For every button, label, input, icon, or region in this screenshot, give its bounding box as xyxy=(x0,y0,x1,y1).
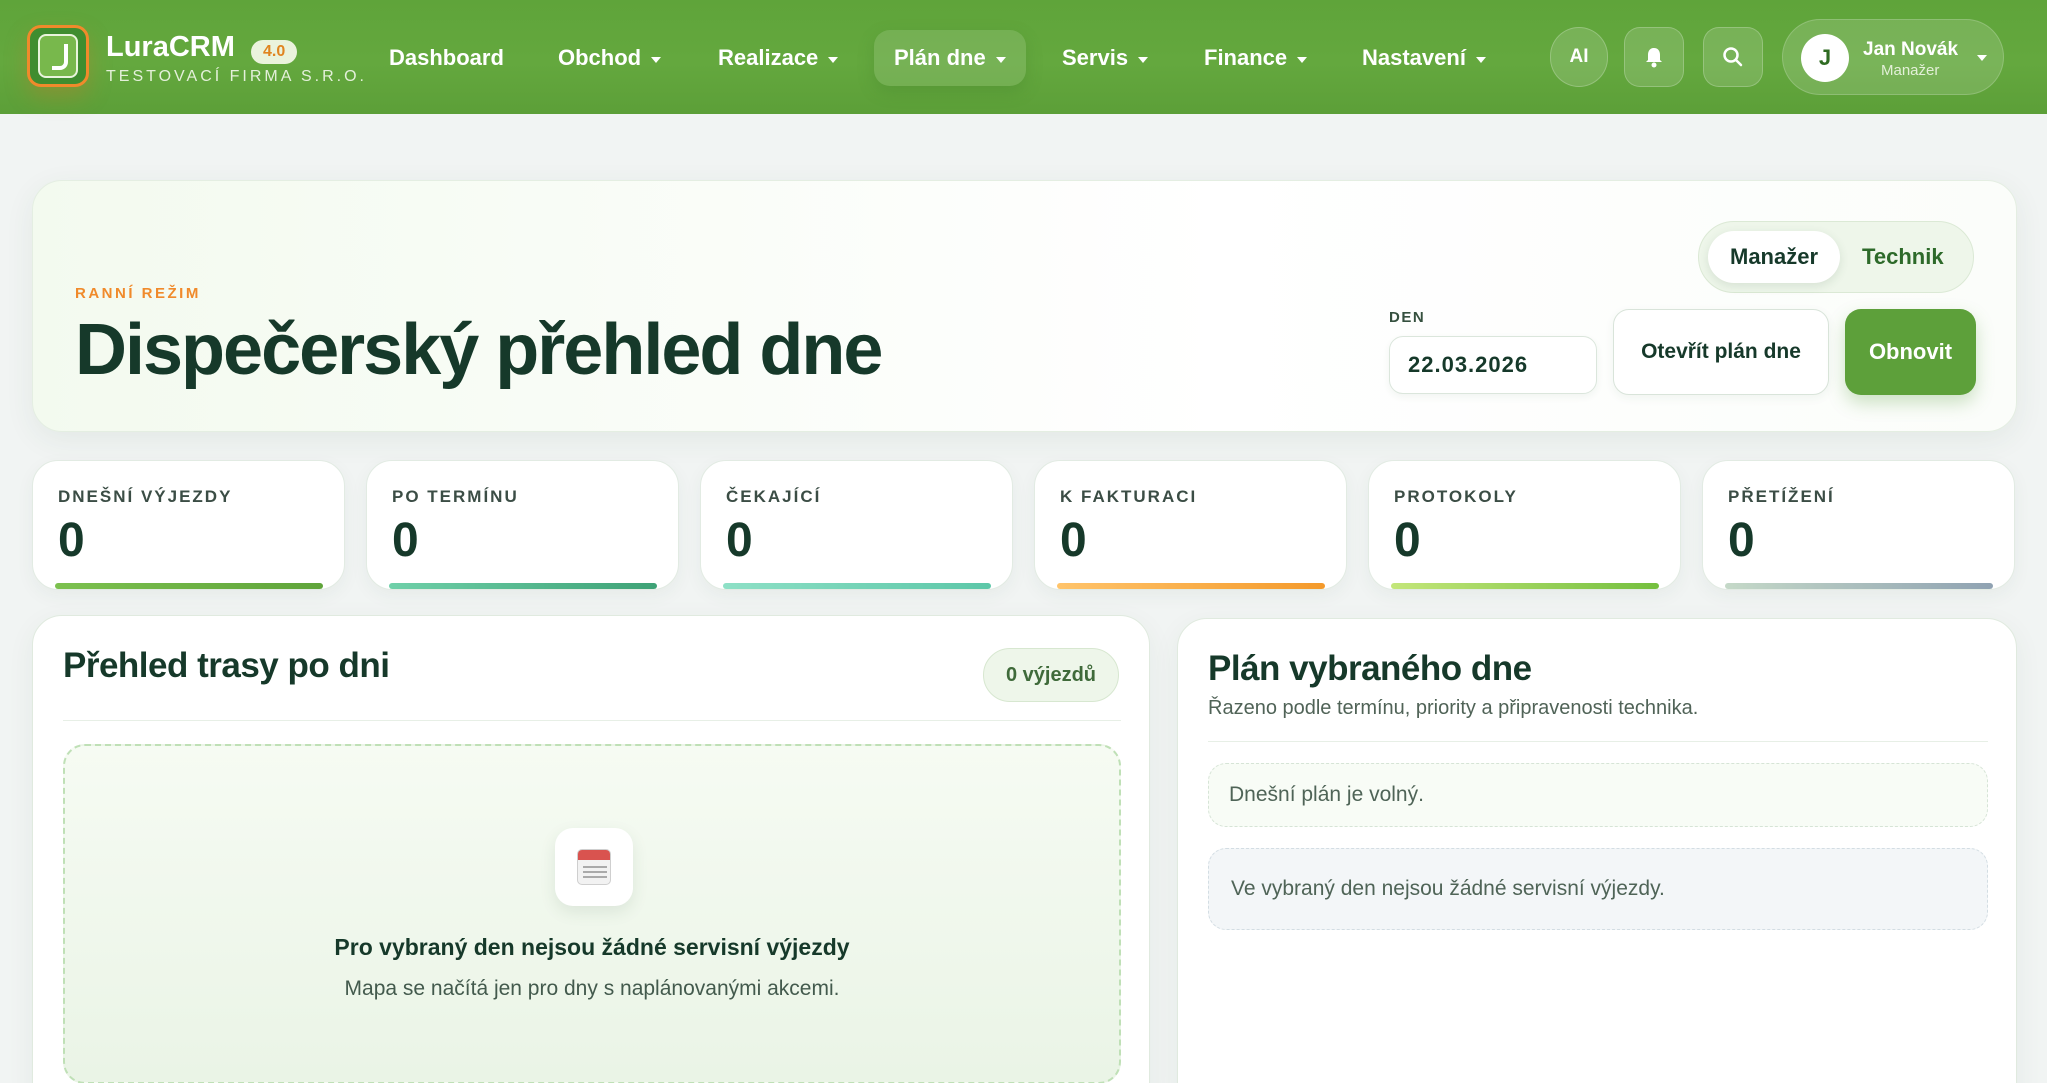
chevron-down-icon xyxy=(828,56,839,63)
trip-count-badge: 0 výjezdů xyxy=(983,648,1119,702)
chevron-down-icon xyxy=(651,56,662,63)
avatar: J xyxy=(1801,34,1849,82)
brand-name[interactable]: LuraCRM xyxy=(106,31,235,64)
stat-bar xyxy=(55,583,323,589)
stat-card-po-terminu[interactable]: PO TERMÍNU 0 xyxy=(366,460,679,590)
chevron-down-icon xyxy=(995,56,1006,63)
panel-title: Plán vybraného dne xyxy=(1208,649,1532,688)
company-name: TESTOVACÍ FIRMA S.R.O. xyxy=(106,68,367,85)
nav-obchod[interactable]: Obchod xyxy=(538,30,681,86)
top-navbar: LuraCRM 4.0 TESTOVACÍ FIRMA S.R.O. Dashb… xyxy=(0,0,2047,114)
nav-finance[interactable]: Finance xyxy=(1184,30,1327,86)
stat-label: PROTOKOLY xyxy=(1394,487,1518,506)
empty-state-subtitle: Mapa se načítá jen pro dny s naplánovaný… xyxy=(344,977,840,1000)
calendar-icon xyxy=(555,828,633,906)
no-trips-note: Ve vybraný den nejsou žádné servisní výj… xyxy=(1208,848,1988,930)
page-title: Dispečerský přehled dne xyxy=(75,310,883,390)
route-overview-panel: Přehled trasy po dni 0 výjezdů Pro vybra… xyxy=(32,615,1150,1083)
role-toggle: Manažer Technik xyxy=(1698,221,1974,293)
stat-value: 0 xyxy=(1394,514,1421,567)
day-plan-panel: Plán vybraného dne Řazeno podle termínu,… xyxy=(1177,618,2017,1083)
empty-state-title: Pro vybraný den nejsou žádné servisní vý… xyxy=(334,934,850,960)
search-icon xyxy=(1723,47,1743,67)
refresh-button[interactable]: Obnovit xyxy=(1845,309,1976,395)
nav-label: Finance xyxy=(1204,45,1288,70)
role-manazer[interactable]: Manažer xyxy=(1708,231,1841,283)
app-logo[interactable] xyxy=(27,25,89,87)
stat-value: 0 xyxy=(392,514,419,567)
stat-label: PŘETÍŽENÍ xyxy=(1728,487,1835,506)
ai-label: AI xyxy=(1569,46,1589,67)
nav-nastaveni[interactable]: Nastavení xyxy=(1342,30,1506,86)
nav-servis[interactable]: Servis xyxy=(1042,30,1168,86)
divider xyxy=(1208,741,1988,742)
map-empty-state: Pro vybraný den nejsou žádné servisní vý… xyxy=(63,744,1121,1083)
bell-icon xyxy=(1646,48,1662,68)
stat-card-k-fakturaci[interactable]: K FAKTURACI 0 xyxy=(1034,460,1347,590)
nav-plan-dne[interactable]: Plán dne xyxy=(874,30,1026,86)
open-plan-button[interactable]: Otevřít plán dne xyxy=(1613,309,1829,395)
plan-free-note: Dnešní plán je volný. xyxy=(1208,763,1988,827)
stat-bar xyxy=(1391,583,1659,589)
panel-title: Přehled trasy po dni xyxy=(63,646,390,685)
stat-bar xyxy=(1725,583,1993,589)
stat-value: 0 xyxy=(726,514,753,567)
chevron-down-icon xyxy=(1138,56,1149,63)
notifications-button[interactable] xyxy=(1624,27,1684,87)
stat-bar xyxy=(389,583,657,589)
stat-label: PO TERMÍNU xyxy=(392,487,519,506)
chevron-down-icon xyxy=(1977,55,1987,61)
search-button[interactable] xyxy=(1703,27,1763,87)
stat-card-dnesni-vyjezdy[interactable]: DNEŠNÍ VÝJEZDY 0 xyxy=(32,460,345,590)
mode-label: RANNÍ REŽIM xyxy=(75,285,201,302)
version-badge: 4.0 xyxy=(251,40,298,64)
divider xyxy=(63,720,1121,721)
chevron-down-icon xyxy=(1475,56,1486,63)
panel-subtitle: Řazeno podle termínu, priority a připrav… xyxy=(1208,697,1699,719)
hero-panel: RANNÍ REŽIM Dispečerský přehled dne Mana… xyxy=(32,180,2017,432)
stat-card-cekajici[interactable]: ČEKAJÍCÍ 0 xyxy=(700,460,1013,590)
nav-label: Plán dne xyxy=(894,45,986,70)
nav-label: Dashboard xyxy=(389,45,504,70)
role-technik[interactable]: Technik xyxy=(1840,231,1966,283)
stat-card-pretizeni[interactable]: PŘETÍŽENÍ 0 xyxy=(1702,460,2015,590)
stat-bar xyxy=(1057,583,1325,589)
stat-bar xyxy=(723,583,991,589)
stat-label: K FAKTURACI xyxy=(1060,487,1198,506)
nav-realizace[interactable]: Realizace xyxy=(698,30,858,86)
stat-card-protokoly[interactable]: PROTOKOLY 0 xyxy=(1368,460,1681,590)
stat-value: 0 xyxy=(1728,514,1755,567)
stat-label: DNEŠNÍ VÝJEZDY xyxy=(58,487,233,506)
stat-value: 0 xyxy=(1060,514,1087,567)
date-input[interactable]: 22.03.2026 xyxy=(1389,336,1597,394)
user-name: Jan Novák xyxy=(1863,39,1959,60)
ai-button[interactable]: AI xyxy=(1550,27,1608,87)
user-menu[interactable]: J Jan Novák Manažer xyxy=(1782,19,2004,95)
nav-label: Realizace xyxy=(718,45,819,70)
stat-value: 0 xyxy=(58,514,85,567)
user-role: Manažer xyxy=(1881,62,1940,79)
chevron-down-icon xyxy=(1297,56,1308,63)
date-label: DEN xyxy=(1389,309,1426,326)
nav-label: Obchod xyxy=(558,45,642,70)
stat-label: ČEKAJÍCÍ xyxy=(726,487,822,506)
nav-label: Nastavení xyxy=(1362,45,1466,70)
nav-label: Servis xyxy=(1062,45,1129,70)
nav-dashboard[interactable]: Dashboard xyxy=(369,30,524,86)
